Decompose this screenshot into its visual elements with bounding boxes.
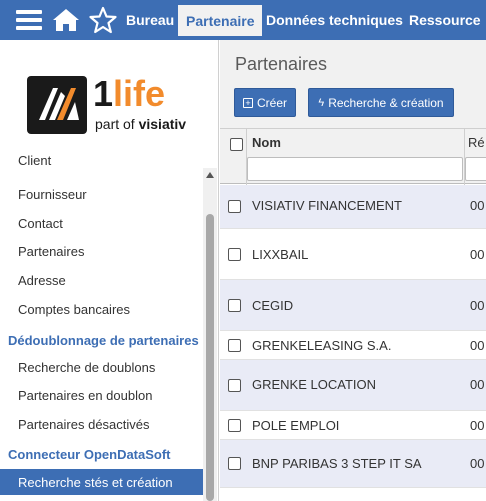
sidebar-item-partenaires-desactives[interactable]: Partenaires désactivés xyxy=(0,410,204,438)
row-checkbox[interactable] xyxy=(228,457,241,470)
tab-bureau[interactable]: Bureau xyxy=(118,0,182,40)
row-checkbox[interactable] xyxy=(228,200,241,213)
tab-partenaire[interactable]: Partenaire xyxy=(178,5,263,36)
table-row[interactable]: GRENKE LOCATION 00 xyxy=(220,360,486,411)
sidebar-item-fournisseur[interactable]: Fournisseur xyxy=(0,180,204,208)
row-ref: 00 xyxy=(470,338,485,353)
lightning-icon: ϟ xyxy=(318,96,325,109)
column-header-name[interactable]: Nom xyxy=(252,135,281,150)
logo-tagline-brand: visiativ xyxy=(138,116,187,132)
row-ref: 00 xyxy=(470,418,485,433)
row-ref: 00 xyxy=(470,247,485,262)
sidebar-item-recherche-doublons[interactable]: Recherche de doublons xyxy=(0,353,204,381)
table-row[interactable]: LIXXBAIL 00 xyxy=(220,229,486,280)
logo-wordmark: 1life xyxy=(93,74,165,114)
star-icon[interactable] xyxy=(88,0,118,40)
sidebar-item-client[interactable]: Client xyxy=(0,153,204,181)
sidebar-item-partenaires-doublon[interactable]: Partenaires en doublon xyxy=(0,381,204,409)
sidebar-section-dedoublonnage: Dédoublonnage de partenaires xyxy=(8,332,199,348)
tab-donnees-techniques[interactable]: Données techniques xyxy=(258,0,411,40)
page-title: Partenaires xyxy=(235,54,328,74)
row-name: BNP PARIBAS 3 STEP IT SA xyxy=(252,456,422,471)
partners-table: Nom Ré VISIATIV FINANCEMENT 00 LIXXBAIL … xyxy=(220,128,486,501)
table-row[interactable]: VISIATIV FINANCEMENT 00 xyxy=(220,185,486,229)
create-button-label: Créer xyxy=(256,95,287,110)
search-create-button[interactable]: ϟ Recherche & création xyxy=(308,88,454,117)
select-all-checkbox[interactable] xyxy=(230,138,243,151)
sidebar-item-recherche-stes-creation[interactable]: Recherche stés et création xyxy=(0,469,204,495)
table-row[interactable]: POLE EMPLOI 00 xyxy=(220,411,486,440)
plus-icon: + xyxy=(242,97,253,108)
table-row[interactable]: CEGID 00 xyxy=(220,280,486,331)
top-navigation-bar: Bureau Partenaire Données techniques Res… xyxy=(0,0,486,40)
column-header-ref[interactable]: Ré xyxy=(468,135,485,150)
ref-filter-input[interactable] xyxy=(465,157,486,181)
logo-life: life xyxy=(113,73,166,114)
row-ref: 00 xyxy=(470,198,485,213)
table-row[interactable]: GRENKELEASING S.A. 00 xyxy=(220,331,486,360)
logo-tagline: part of visiativ xyxy=(95,116,186,132)
row-checkbox[interactable] xyxy=(228,248,241,261)
company-logo: 1life part of visiativ xyxy=(27,74,197,138)
row-name: POLE EMPLOI xyxy=(252,418,340,433)
hamburger-icon[interactable] xyxy=(14,0,44,40)
search-create-button-label: Recherche & création xyxy=(328,95,444,110)
scroll-up-arrow-icon[interactable] xyxy=(206,172,214,178)
create-button[interactable]: + Créer xyxy=(234,88,296,117)
sidebar: 1life part of visiativ Client Fournisseu… xyxy=(0,40,219,501)
sidebar-item-partenaires[interactable]: Partenaires xyxy=(0,237,204,265)
home-icon[interactable] xyxy=(50,0,82,40)
main-content: Partenaires + Créer ϟ Recherche & créati… xyxy=(220,40,486,501)
sidebar-item-contact[interactable]: Contact xyxy=(0,209,204,237)
row-name: VISIATIV FINANCEMENT xyxy=(252,198,402,213)
row-checkbox[interactable] xyxy=(228,379,241,392)
logo-tagline-part: part of xyxy=(95,116,139,132)
logo-one: 1 xyxy=(93,73,114,114)
row-checkbox[interactable] xyxy=(228,339,241,352)
row-name: LIXXBAIL xyxy=(252,247,309,262)
tab-ressource[interactable]: Ressource xyxy=(401,0,486,40)
sidebar-item-adresse[interactable]: Adresse xyxy=(0,266,204,294)
row-checkbox[interactable] xyxy=(228,299,241,312)
row-ref: 00 xyxy=(470,456,485,471)
name-filter-input[interactable] xyxy=(247,157,463,181)
row-checkbox[interactable] xyxy=(228,419,241,432)
row-ref: 00 xyxy=(470,298,485,313)
sidebar-item-comptes-bancaires[interactable]: Comptes bancaires xyxy=(0,295,204,323)
table-row[interactable]: BNP PARIBAS 3 STEP IT SA 00 xyxy=(220,440,486,488)
row-name: GRENKELEASING S.A. xyxy=(252,338,392,353)
sidebar-section-connecteur: Connecteur OpenDataSoft xyxy=(8,446,171,462)
sidebar-scrollbar[interactable] xyxy=(203,168,217,501)
row-ref: 00 xyxy=(470,377,485,392)
scrollbar-thumb[interactable] xyxy=(206,214,214,501)
table-header: Nom Ré xyxy=(220,128,486,185)
row-name: GRENKE LOCATION xyxy=(252,377,377,392)
row-name: CEGID xyxy=(252,298,294,313)
